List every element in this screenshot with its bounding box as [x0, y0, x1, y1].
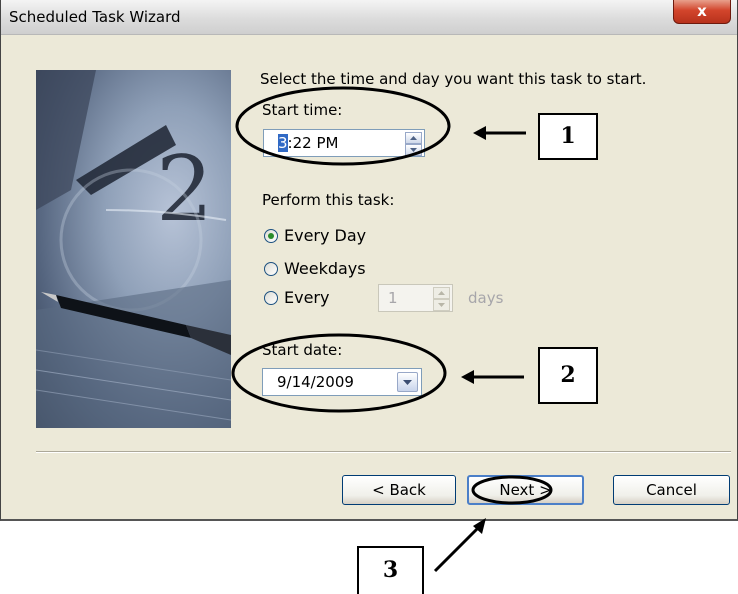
close-button[interactable]: x	[673, 0, 731, 24]
cancel-button[interactable]: Cancel	[613, 475, 730, 505]
start-time-label: Start time:	[262, 101, 343, 119]
button-divider	[36, 451, 731, 453]
dropdown-arrow-icon	[403, 380, 412, 385]
spin-up-icon[interactable]	[405, 132, 422, 144]
arrow-to-next	[433, 518, 486, 573]
callout-2: 2	[538, 347, 598, 404]
start-date-value: 9/14/2009	[277, 373, 354, 391]
radio-weekdays-label[interactable]: Weekdays	[284, 259, 366, 278]
start-time-field[interactable]: 3:22 PM	[263, 129, 425, 157]
spin-down-icon[interactable]	[405, 144, 422, 156]
every-days-value: 1	[388, 289, 398, 307]
start-date-label: Start date:	[262, 341, 343, 359]
spin-down-icon[interactable]	[433, 299, 450, 311]
clock-pen-illustration: 2	[36, 70, 231, 428]
start-time-rest: :22 PM	[287, 134, 339, 152]
callout-1: 1	[538, 113, 598, 160]
next-button[interactable]: Next >	[467, 475, 584, 505]
radio-every-label[interactable]: Every	[284, 288, 329, 307]
days-unit-label: days	[468, 289, 504, 307]
radio-every-day[interactable]	[264, 229, 278, 243]
back-button[interactable]: < Back	[342, 475, 456, 505]
every-days-spinner[interactable]	[433, 287, 450, 311]
every-days-field[interactable]: 1	[378, 284, 453, 312]
illustration-graphic: 2	[36, 70, 231, 428]
wizard-window: Scheduled Task Wizard x 2 Select the tim…	[0, 0, 738, 521]
radio-every[interactable]	[264, 291, 278, 305]
start-time-spinner[interactable]	[405, 132, 422, 156]
perform-task-label: Perform this task:	[262, 191, 395, 209]
instruction-text: Select the time and day you want this ta…	[260, 70, 647, 88]
close-icon: x	[697, 2, 707, 20]
svg-text:2: 2	[156, 137, 213, 242]
title-bar[interactable]: Scheduled Task Wizard x	[1, 0, 737, 35]
radio-weekdays[interactable]	[264, 262, 278, 276]
start-time-selected-digit: 3	[278, 134, 288, 152]
spin-up-icon[interactable]	[433, 287, 450, 299]
window-title: Scheduled Task Wizard	[9, 8, 181, 26]
callout-3: 3	[357, 546, 424, 594]
radio-every-day-label[interactable]: Every Day	[284, 226, 366, 245]
date-dropdown-button[interactable]	[397, 372, 418, 392]
start-date-field[interactable]: 9/14/2009	[262, 368, 422, 396]
